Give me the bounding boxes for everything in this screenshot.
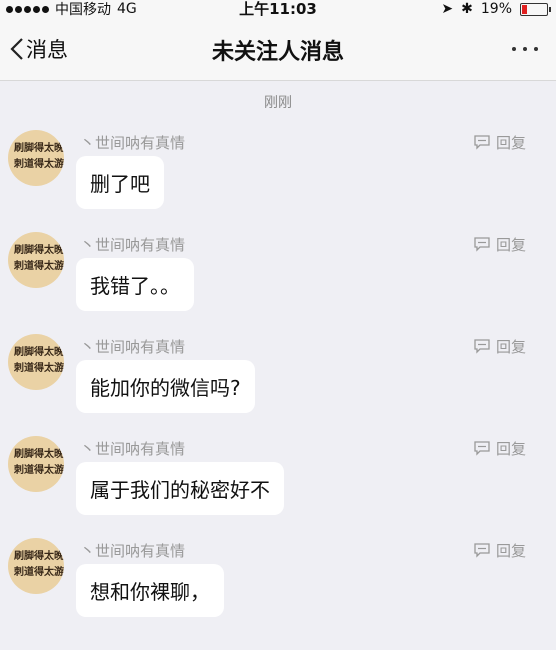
message-item: 刷脚得太晚 刺道得太游 丶世间呐有真情 回复 能加你的微信吗? bbox=[0, 334, 556, 434]
reply-label: 回复 bbox=[495, 236, 526, 254]
comment-icon bbox=[474, 237, 490, 252]
reply-label: 回复 bbox=[495, 134, 526, 152]
comment-icon bbox=[474, 135, 490, 150]
reply-button[interactable]: 回复 bbox=[474, 336, 526, 357]
message-item: 刷脚得太晚 刺道得太游 丶世间呐有真情 回复 我错了。。 bbox=[0, 232, 556, 332]
reply-label: 回复 bbox=[495, 338, 526, 356]
sender-name: 丶世间呐有真情 bbox=[80, 236, 186, 254]
comment-icon bbox=[474, 339, 490, 354]
message-bubble[interactable]: 删了吧 bbox=[76, 156, 164, 209]
avatar[interactable]: 刷脚得太晚 刺道得太游 bbox=[8, 130, 64, 186]
chat-timestamp: 刚刚 bbox=[264, 95, 292, 111]
battery-percent: 19% bbox=[480, 1, 512, 17]
reply-button[interactable]: 回复 bbox=[474, 540, 526, 561]
message-item: 刷脚得太晚 刺道得太游 丶世间呐有真情 回复 删了吧 bbox=[0, 130, 556, 230]
message-bubble[interactable]: 能加你的微信吗? bbox=[76, 360, 255, 413]
reply-button[interactable]: 回复 bbox=[474, 438, 526, 459]
message-item: 刷脚得太晚 刺道得太游 丶世间呐有真情 回复 想和你裸聊， bbox=[0, 538, 556, 638]
message-bubble[interactable]: 想和你裸聊， bbox=[76, 564, 224, 617]
nav-bar: 消息 未关注人消息 bbox=[0, 18, 556, 81]
page-title: 未关注人消息 bbox=[211, 40, 344, 65]
reply-button[interactable]: 回复 bbox=[474, 234, 526, 255]
avatar[interactable]: 刷脚得太晚 刺道得太游 bbox=[8, 334, 64, 390]
comment-icon bbox=[474, 441, 490, 456]
comment-icon bbox=[474, 543, 490, 558]
sender-name: 丶世间呐有真情 bbox=[80, 134, 186, 152]
reply-button[interactable]: 回复 bbox=[474, 132, 526, 153]
avatar[interactable]: 刷脚得太晚 刺道得太游 bbox=[8, 538, 64, 594]
avatar[interactable]: 刷脚得太晚 刺道得太游 bbox=[8, 436, 64, 492]
sender-name: 丶世间呐有真情 bbox=[80, 338, 186, 356]
reply-label: 回复 bbox=[495, 542, 526, 560]
message-bubble[interactable]: 属于我们的秘密好不 bbox=[76, 462, 284, 515]
location-icon: ➤ bbox=[441, 1, 454, 17]
status-bar: 中国移动 4G 上午11:03 ➤ ✱ 19% bbox=[0, 0, 556, 18]
sender-name: 丶世间呐有真情 bbox=[80, 542, 186, 560]
more-options-icon[interactable] bbox=[512, 47, 538, 51]
avatar[interactable]: 刷脚得太晚 刺道得太游 bbox=[8, 232, 64, 288]
sender-name: 丶世间呐有真情 bbox=[80, 440, 186, 458]
reply-label: 回复 bbox=[495, 440, 526, 458]
message-bubble[interactable]: 我错了。。 bbox=[76, 258, 194, 311]
message-item: 刷脚得太晚 刺道得太游 丶世间呐有真情 回复 属于我们的秘密好不 bbox=[0, 436, 556, 536]
bluetooth-icon: ✱ bbox=[461, 1, 473, 17]
status-right: ➤ ✱ 19% bbox=[441, 0, 551, 18]
battery-icon bbox=[520, 2, 551, 16]
